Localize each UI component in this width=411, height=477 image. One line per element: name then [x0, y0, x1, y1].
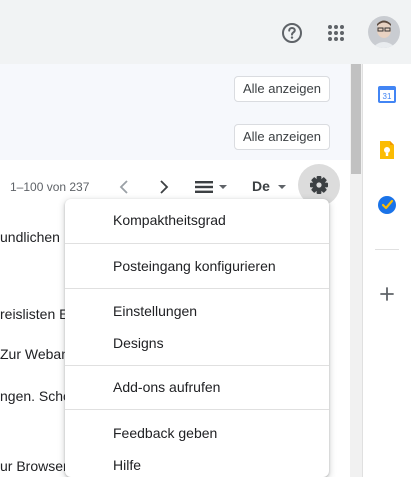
tasks-icon[interactable] [377, 195, 397, 215]
calendar-day: 31 [383, 92, 392, 101]
menu-separator [65, 409, 329, 410]
top-bar [0, 0, 411, 64]
menu-separator [65, 288, 329, 289]
density-icon[interactable] [195, 180, 229, 199]
apps-icon[interactable] [327, 24, 345, 42]
keep-icon[interactable] [377, 140, 397, 160]
menu-item-addons[interactable]: Add-ons aufrufen [113, 379, 220, 395]
side-panel: 31 [362, 64, 411, 477]
menu-item-settings[interactable]: Einstellungen [113, 303, 197, 319]
chevron-right-icon[interactable] [159, 180, 169, 199]
settings-menu: Kompaktheitsgrad Posteingang konfigurier… [65, 199, 329, 477]
list-item-snippet: ngen. Schö [0, 388, 71, 404]
help-icon[interactable] [281, 22, 303, 44]
scrollbar[interactable] [350, 64, 362, 477]
menu-item-help[interactable]: Hilfe [113, 457, 141, 473]
input-tool-label: De [252, 178, 270, 194]
menu-item-feedback[interactable]: Feedback geben [113, 425, 217, 441]
info-banner: Alle anzeigen [0, 112, 350, 161]
menu-separator [65, 243, 329, 244]
account-avatar[interactable] [368, 16, 400, 48]
add-icon[interactable] [377, 284, 397, 304]
list-item-snippet: Zur Weban [0, 346, 69, 362]
list-item-snippet: reislisten E [0, 306, 69, 322]
side-panel-divider [375, 249, 399, 250]
menu-item-density[interactable]: Kompaktheitsgrad [113, 212, 226, 228]
menu-item-configure-inbox[interactable]: Posteingang konfigurieren [113, 258, 276, 274]
show-all-button[interactable]: Alle anzeigen [233, 76, 330, 102]
menu-item-themes[interactable]: Designs [113, 335, 164, 351]
calendar-icon[interactable]: 31 [377, 84, 397, 104]
scrollbar-thumb[interactable] [351, 64, 361, 174]
pagination-text: 1–100 von 237 [10, 180, 90, 194]
menu-separator [65, 365, 329, 366]
chevron-left-icon[interactable] [119, 180, 129, 199]
list-item-snippet: ur Browser [0, 458, 68, 474]
input-tools-button[interactable]: De [252, 178, 287, 196]
info-banner: Alle anzeigen [0, 64, 350, 113]
list-item-snippet: undlichen [0, 229, 60, 245]
show-all-button[interactable]: Alle anzeigen [233, 124, 330, 150]
